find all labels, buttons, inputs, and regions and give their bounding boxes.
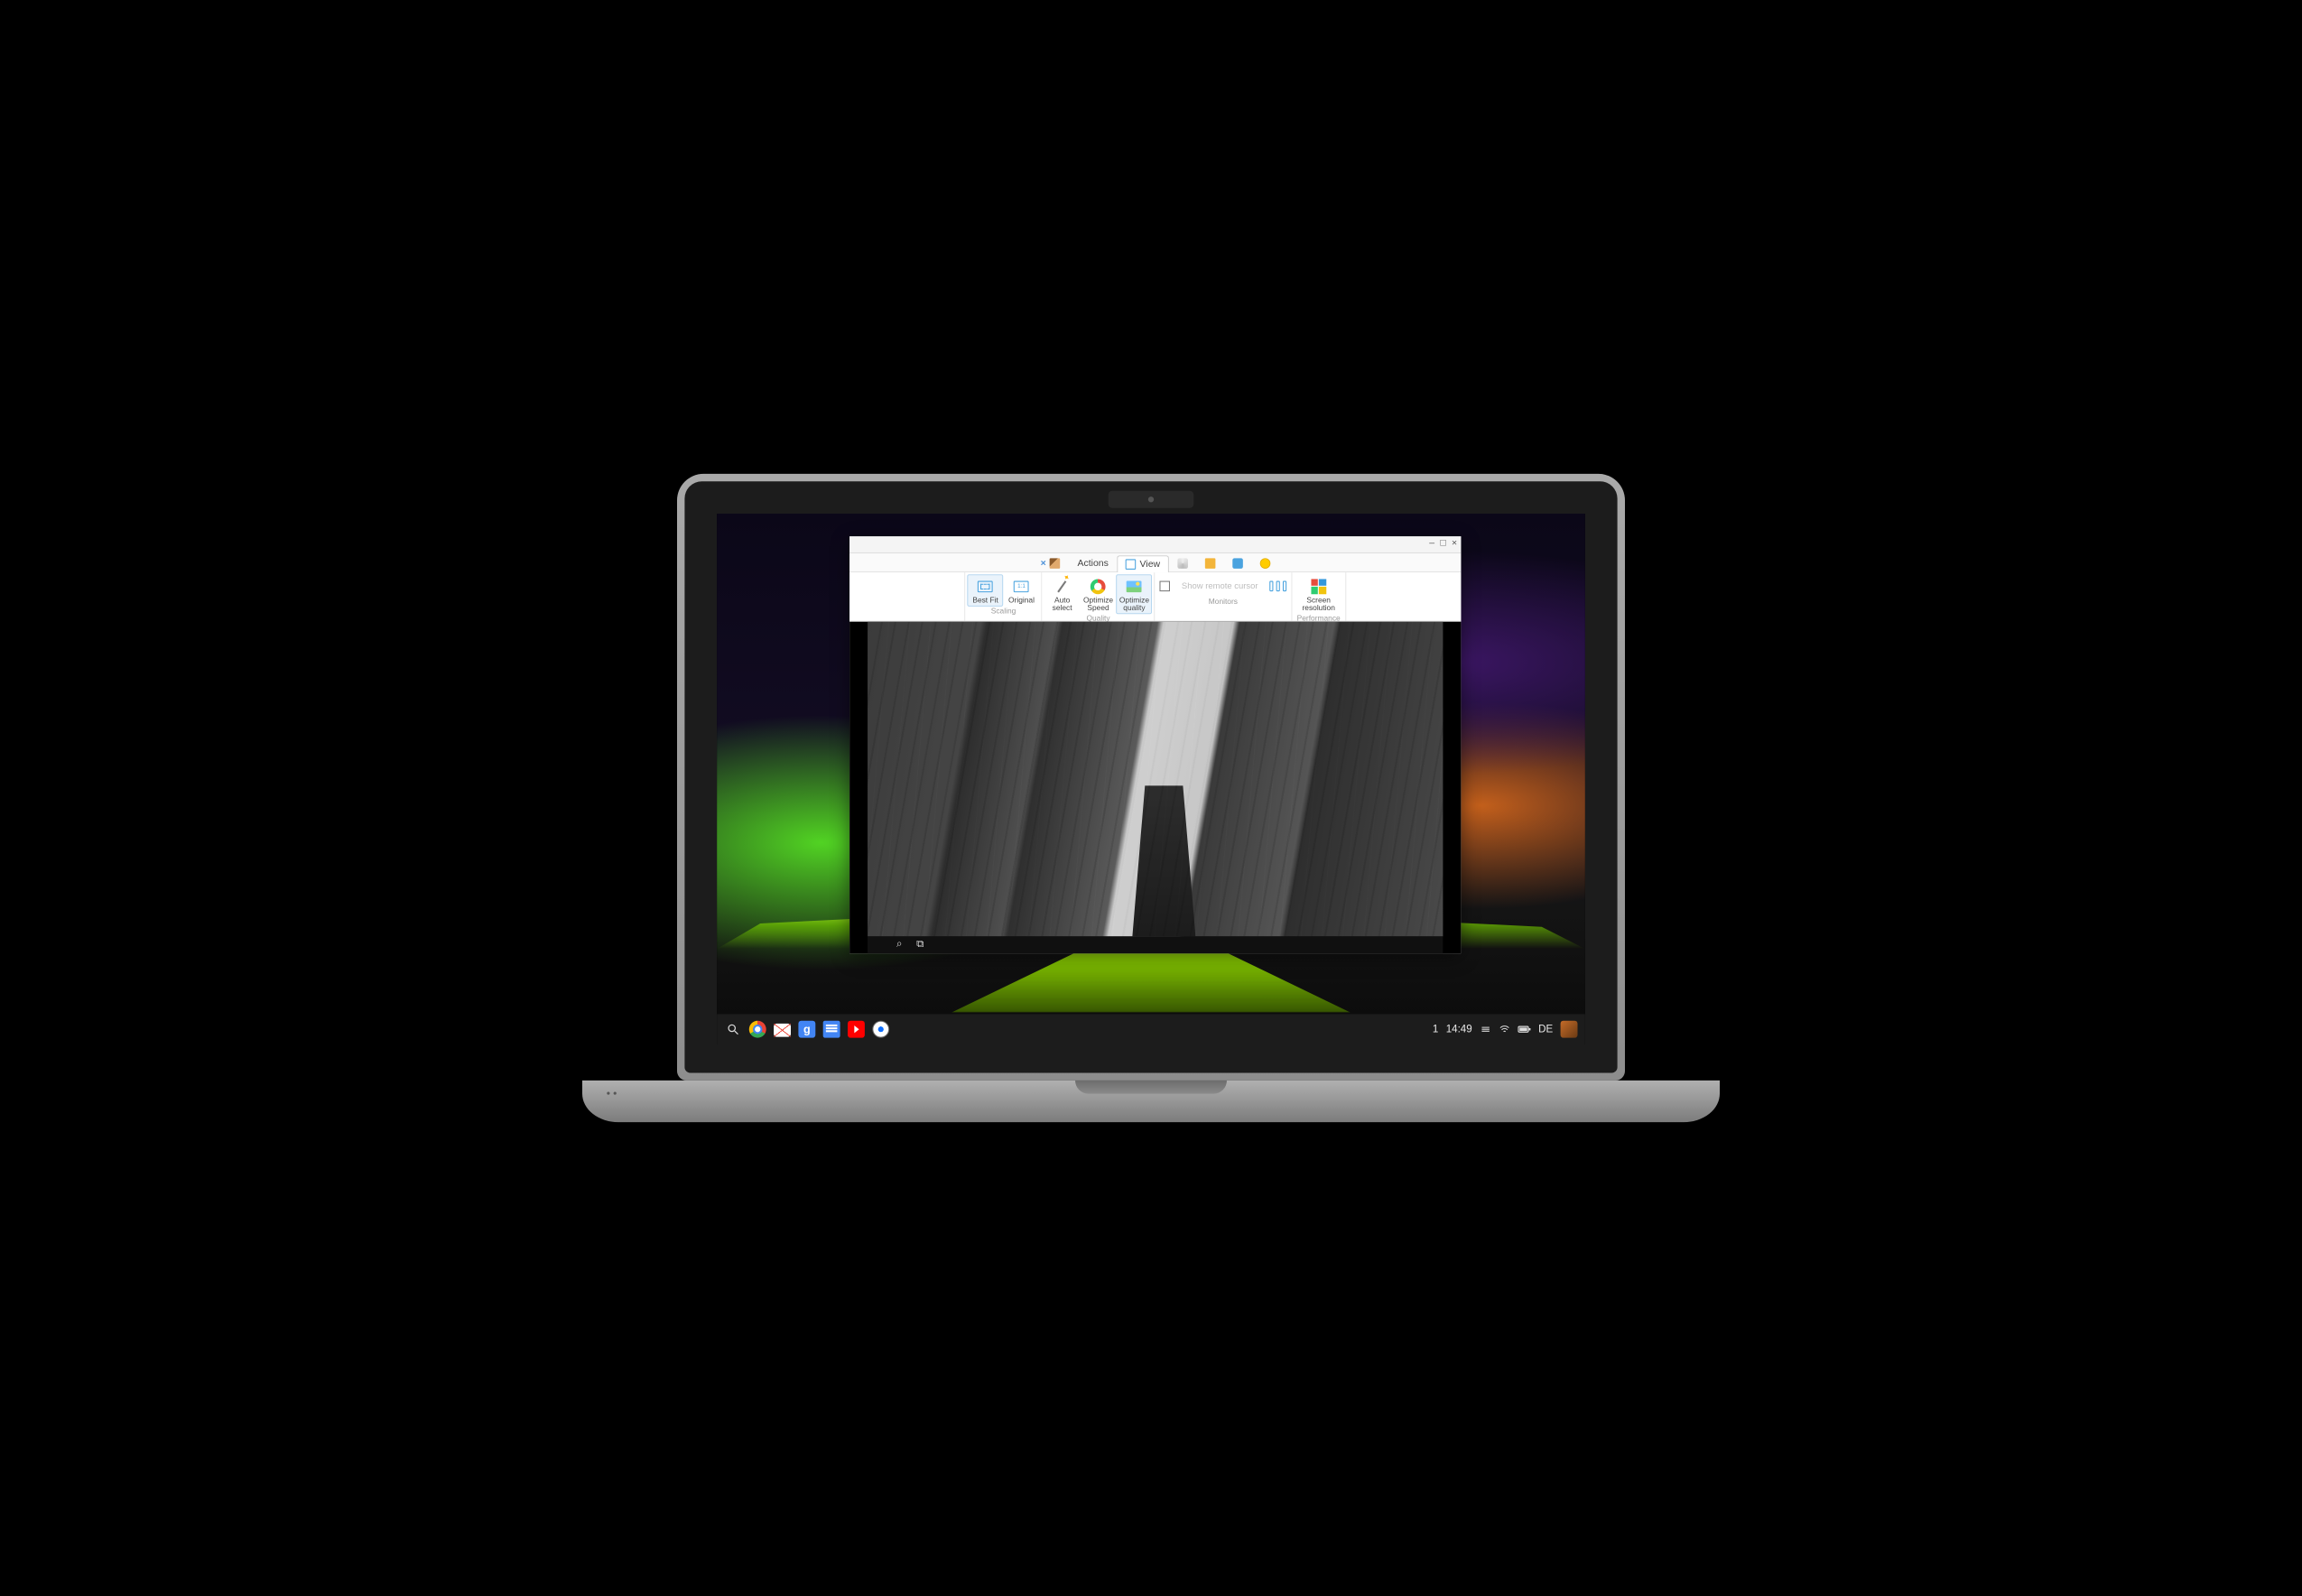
- remote-taskview-button[interactable]: ⧉: [914, 938, 927, 951]
- tab-actions-label: Actions: [1077, 558, 1108, 569]
- window-titlebar[interactable]: – □ ×: [849, 536, 1461, 553]
- user-avatar[interactable]: [1561, 1021, 1578, 1038]
- chat-icon: [1232, 558, 1243, 569]
- remote-wallpaper-rock-pillar: [1132, 785, 1195, 937]
- app-google-search[interactable]: g: [798, 1021, 815, 1038]
- app-teamviewer[interactable]: [872, 1021, 889, 1038]
- remote-wallpaper-cliff: [868, 621, 1443, 936]
- laptop-mockup: – □ × × Actions: [582, 474, 1720, 1122]
- screen-resolution-label: Screen resolution: [1297, 597, 1341, 612]
- remote-desktop-viewport[interactable]: ⌕ ⧉: [849, 621, 1461, 953]
- webcam-notch: [1109, 491, 1194, 508]
- tab-view-label: View: [1140, 559, 1161, 570]
- best-fit-button[interactable]: Best Fit: [968, 574, 1004, 607]
- close-button[interactable]: ×: [1452, 539, 1457, 549]
- keyboard-language[interactable]: DE: [1538, 1024, 1553, 1035]
- laptop-base: [582, 1081, 1720, 1122]
- optimize-quality-button[interactable]: Optimize quality: [1116, 574, 1152, 614]
- tab-chat[interactable]: [1223, 554, 1250, 571]
- best-fit-label: Best Fit: [972, 597, 998, 604]
- network-icon: [1480, 1024, 1491, 1035]
- remote-search-button[interactable]: ⌕: [893, 938, 906, 951]
- tab-view[interactable]: View: [1117, 555, 1168, 572]
- optimize-speed-label: Optimize Speed: [1083, 597, 1114, 612]
- monitor-1-icon: [1269, 581, 1273, 592]
- tab-extras-1[interactable]: [1169, 554, 1196, 571]
- original-icon: [1014, 580, 1029, 592]
- remote-session-window: – □ × × Actions: [849, 536, 1461, 953]
- tab-actions[interactable]: Actions: [1069, 554, 1117, 571]
- minimize-button[interactable]: –: [1429, 539, 1434, 549]
- smile-icon: [1259, 558, 1270, 569]
- battery-icon: [1518, 1025, 1531, 1035]
- webcam-lens: [1148, 496, 1154, 502]
- monitor-2-icon: [1276, 581, 1279, 592]
- original-button[interactable]: Original: [1004, 574, 1040, 607]
- chromeos-shelf: g 1 14:49 DE: [717, 1014, 1585, 1044]
- remote-windows-taskbar[interactable]: ⌕ ⧉: [868, 936, 1443, 952]
- show-remote-cursor-toggle[interactable]: Show remote cursor: [1157, 577, 1267, 593]
- checkbox-icon: [1160, 581, 1171, 592]
- brush-icon: [1050, 558, 1061, 569]
- auto-select-button[interactable]: Auto select: [1044, 574, 1081, 614]
- scaling-group-label: Scaling: [991, 606, 1016, 617]
- monitor-all-icon: [1283, 581, 1286, 592]
- session-toolbar: × Actions View: [849, 553, 1461, 572]
- ribbon-group-scaling: Best Fit Original Scaling: [966, 572, 1043, 621]
- maximize-button[interactable]: □: [1440, 539, 1445, 549]
- monitor-icon: [1126, 559, 1137, 570]
- clock[interactable]: 14:49: [1446, 1024, 1472, 1035]
- search-icon: [727, 1023, 740, 1036]
- remote-start-button[interactable]: [874, 939, 886, 951]
- ribbon-group-monitors: Show remote cursor: [1156, 572, 1293, 621]
- picture-icon: [1127, 580, 1142, 592]
- close-session-tab[interactable]: ×: [1032, 554, 1069, 571]
- laptop-screen: – □ × × Actions: [717, 514, 1585, 1044]
- app-chrome[interactable]: [749, 1021, 766, 1038]
- ribbon-group-performance: Screen resolution Performance: [1292, 572, 1346, 621]
- folder-icon: [1204, 558, 1215, 569]
- view-ribbon: Best Fit Original Scaling: [849, 572, 1461, 622]
- close-session-icon: ×: [1041, 558, 1046, 569]
- shelf-status-area[interactable]: 1 14:49 DE: [1433, 1021, 1578, 1038]
- resolution-icon: [1311, 579, 1326, 594]
- laptop-lid: – □ × × Actions: [677, 474, 1625, 1081]
- show-remote-cursor-label: Show remote cursor: [1176, 582, 1264, 590]
- optimize-quality-label: Optimize quality: [1119, 597, 1150, 612]
- best-fit-icon: [978, 580, 993, 592]
- laptop-bezel: – □ × × Actions: [684, 481, 1617, 1072]
- shelf-left: g: [725, 1021, 890, 1038]
- tools-icon: [1177, 558, 1188, 569]
- optimize-speed-button[interactable]: Optimize Speed: [1081, 574, 1117, 614]
- app-docs[interactable]: [823, 1021, 840, 1038]
- monitors-group-label: Monitors: [1209, 597, 1238, 608]
- tab-feedback[interactable]: [1251, 554, 1278, 571]
- app-youtube[interactable]: [848, 1021, 865, 1038]
- app-gmail[interactable]: [774, 1024, 791, 1037]
- gauge-icon: [1091, 579, 1106, 594]
- laptop-indicator-leds: [607, 1092, 617, 1095]
- wifi-icon: [1499, 1024, 1510, 1035]
- screen-resolution-button[interactable]: Screen resolution: [1294, 574, 1343, 614]
- tab-extras-2[interactable]: [1196, 554, 1223, 571]
- ribbon-group-quality: Auto select Optimize Speed Optimize qual…: [1043, 572, 1156, 621]
- launcher-button[interactable]: [725, 1021, 742, 1038]
- notification-count[interactable]: 1: [1433, 1024, 1438, 1035]
- wand-icon: [1058, 580, 1067, 592]
- monitor-selector[interactable]: [1267, 574, 1289, 597]
- original-label: Original: [1008, 597, 1035, 604]
- auto-select-label: Auto select: [1047, 597, 1078, 612]
